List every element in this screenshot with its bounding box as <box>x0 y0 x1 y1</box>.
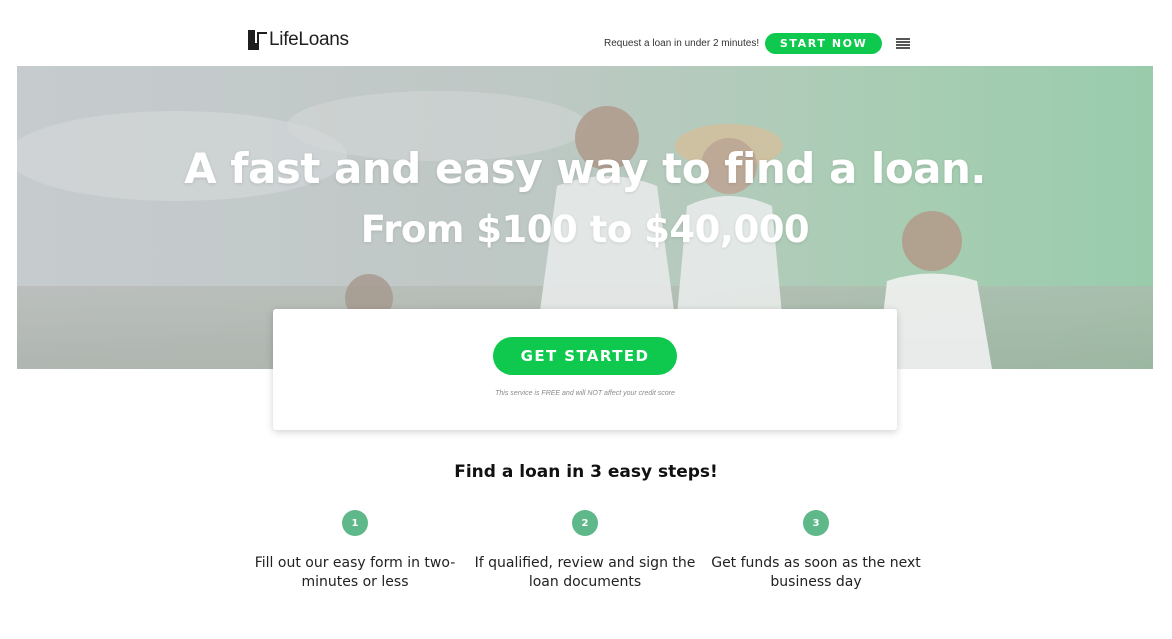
header-actions: Request a loan in under 2 minutes! START… <box>604 33 911 54</box>
header-tagline: Request a loan in under 2 minutes! <box>604 38 760 49</box>
get-started-button[interactable]: GET STARTED <box>493 337 677 375</box>
step-number-badge: 2 <box>572 510 598 536</box>
cta-card: GET STARTED This service is FREE and wil… <box>273 309 897 430</box>
start-now-button[interactable]: START NOW <box>765 33 883 54</box>
step-number-badge: 1 <box>342 510 368 536</box>
hero-subtitle: From $100 to $40,000 <box>360 208 810 251</box>
logo-mark-icon <box>248 30 267 50</box>
step-item: 3 Get funds as soon as the next business… <box>701 510 931 592</box>
cta-disclaimer: This service is FREE and will NOT affect… <box>495 390 675 397</box>
step-item: 1 Fill out our easy form in two-minutes … <box>240 510 470 592</box>
steps-title: Find a loan in 3 easy steps! <box>454 462 718 482</box>
step-number-badge: 3 <box>803 510 829 536</box>
step-text: Fill out our easy form in two-minutes or… <box>254 555 456 590</box>
hero-title: A fast and easy way to find a loan. <box>184 144 986 193</box>
logo-text: LifeLoans <box>269 29 349 50</box>
hamburger-menu-icon[interactable] <box>896 37 911 50</box>
step-text: Get funds as soon as the next business d… <box>711 555 921 590</box>
step-item: 2 If qualified, review and sign the loan… <box>470 510 700 592</box>
logo[interactable]: LifeLoans <box>248 30 349 50</box>
step-text: If qualified, review and sign the loan d… <box>474 555 696 590</box>
site-header: LifeLoans Request a loan in under 2 minu… <box>0 0 1172 66</box>
